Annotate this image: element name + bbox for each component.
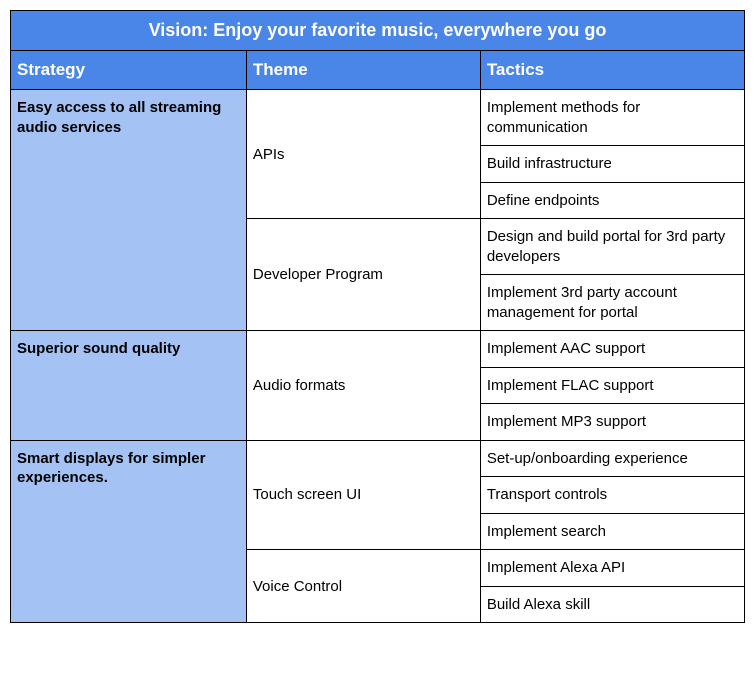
tactic-cell: Implement FLAC support [480,367,744,404]
table-row: Easy access to all streaming audio servi… [11,90,745,146]
table-row: Smart displays for simpler experiences. … [11,440,745,477]
strategy-cell: Superior sound quality [11,331,247,441]
vision-strategy-table: Vision: Enjoy your favorite music, every… [10,10,745,623]
header-row: Strategy Theme Tactics [11,51,745,90]
tactic-cell: Implement search [480,513,744,550]
vision-cell: Vision: Enjoy your favorite music, every… [11,11,745,51]
vision-row: Vision: Enjoy your favorite music, every… [11,11,745,51]
theme-cell: Touch screen UI [246,440,480,550]
header-theme: Theme [246,51,480,90]
header-tactics: Tactics [480,51,744,90]
tactic-cell: Build Alexa skill [480,586,744,623]
theme-cell: APIs [246,90,480,219]
theme-cell: Developer Program [246,219,480,331]
tactic-cell: Transport controls [480,477,744,514]
strategy-cell: Easy access to all streaming audio servi… [11,90,247,331]
tactic-cell: Set-up/onboarding experience [480,440,744,477]
tactic-cell: Implement 3rd party account management f… [480,275,744,331]
table-row: Superior sound quality Audio formats Imp… [11,331,745,368]
tactic-cell: Implement MP3 support [480,404,744,441]
tactic-cell: Define endpoints [480,182,744,219]
tactic-cell: Design and build portal for 3rd party de… [480,219,744,275]
tactic-cell: Build infrastructure [480,146,744,183]
tactic-cell: Implement AAC support [480,331,744,368]
theme-cell: Audio formats [246,331,480,441]
tactic-cell: Implement methods for communication [480,90,744,146]
strategy-cell: Smart displays for simpler experiences. [11,440,247,623]
tactic-cell: Implement Alexa API [480,550,744,587]
theme-cell: Voice Control [246,550,480,623]
header-strategy: Strategy [11,51,247,90]
